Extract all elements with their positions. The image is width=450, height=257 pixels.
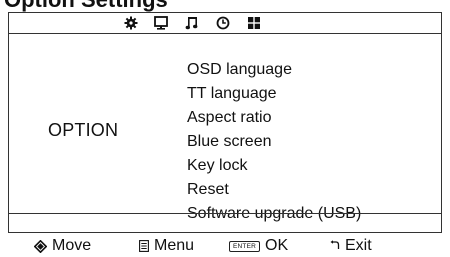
grid-icon[interactable] [246,15,262,31]
return-arrow-icon [330,240,340,252]
category-label: OPTION [48,120,119,140]
ok-label: OK [265,237,289,254]
clock-icon[interactable] [215,15,231,31]
footer-divider [9,213,441,214]
menu-label: Menu [154,237,195,254]
key-hint-bar: Move Menu ENTER OK Exit [0,234,450,257]
option-list: OSD language TT language Aspect ratio Bl… [187,58,361,226]
menu-key-icon [139,240,149,252]
menu-item-osd-language[interactable]: OSD language [187,58,361,82]
move-label: Move [52,237,92,254]
menu-item-reset[interactable]: Reset [187,178,361,202]
music-note-icon[interactable] [184,15,200,31]
osd-menu-panel: OPTION OSD language TT language Aspect r… [8,12,442,233]
diamond-arrows-icon [34,239,47,253]
exit-hint: Exit [330,237,372,255]
move-hint: Move [34,237,91,255]
menu-hint: Menu [139,237,194,255]
gear-icon[interactable] [123,15,139,31]
exit-label: Exit [345,237,372,254]
menu-item-tt-language[interactable]: TT language [187,82,361,106]
monitor-icon[interactable] [153,15,169,31]
menu-item-software-upgrade[interactable]: Software upgrade (USB) [187,202,361,226]
menu-item-key-lock[interactable]: Key lock [187,154,361,178]
menu-tab-bar [9,13,441,34]
menu-item-aspect-ratio[interactable]: Aspect ratio [187,106,361,130]
ok-hint: ENTER OK [229,237,288,255]
menu-item-blue-screen[interactable]: Blue screen [187,130,361,154]
enter-key-icon: ENTER [229,240,261,252]
